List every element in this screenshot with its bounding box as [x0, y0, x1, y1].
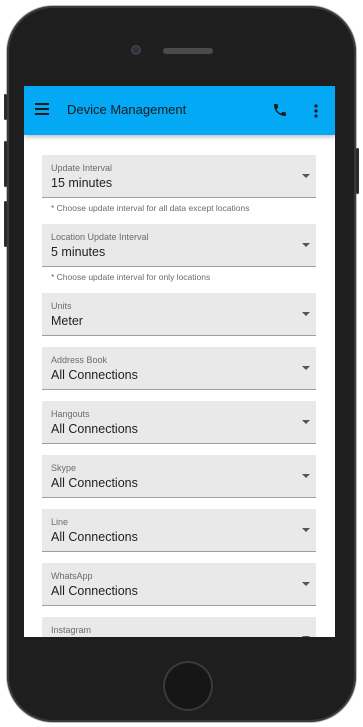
field-value: Meter — [51, 314, 83, 328]
field-label: Address Book — [51, 355, 108, 365]
field-value: 15 minutes — [51, 176, 113, 190]
dropdown-arrow-icon — [302, 366, 310, 370]
page-title: Device Management — [67, 102, 187, 117]
camera — [131, 45, 141, 55]
app-bar: Device Management — [24, 86, 335, 135]
whatsapp-select[interactable]: WhatsApp All Connections — [42, 563, 316, 606]
field-value: All Connections — [51, 530, 138, 544]
line-select[interactable]: Line All Connections — [42, 509, 316, 552]
dropdown-arrow-icon — [302, 243, 310, 247]
field-label: Line — [51, 517, 69, 527]
update-interval-select[interactable]: Update Interval 15 minutes — [42, 155, 316, 198]
skype-select[interactable]: Skype All Connections — [42, 455, 316, 498]
home-button[interactable] — [163, 661, 213, 711]
address-book-select[interactable]: Address Book All Connections — [42, 347, 316, 390]
field-value: All Connections — [51, 584, 138, 598]
field-label: Skype — [51, 463, 77, 473]
field-hint: * Choose update interval for all data ex… — [51, 203, 250, 213]
dropdown-arrow-icon — [302, 474, 310, 478]
field-value: All Connections — [51, 476, 138, 490]
field-label: WhatsApp — [51, 571, 93, 581]
instagram-select[interactable]: Instagram — [42, 617, 316, 637]
menu-icon[interactable] — [35, 103, 49, 117]
location-update-interval-select[interactable]: Location Update Interval 5 minutes — [42, 224, 316, 267]
dropdown-arrow-icon — [302, 636, 310, 637]
dropdown-arrow-icon — [302, 420, 310, 424]
field-label: Instagram — [51, 625, 92, 635]
dropdown-arrow-icon — [302, 174, 310, 178]
field-label: Location Update Interval — [51, 232, 149, 242]
field-value: All Connections — [51, 368, 138, 382]
power-button — [356, 148, 359, 194]
phone-icon[interactable] — [272, 102, 288, 118]
field-hint: * Choose update interval for only locati… — [51, 272, 211, 282]
field-label: Units — [51, 301, 72, 311]
app-screen: Device Management Update Interval 15 min… — [24, 86, 335, 637]
volume-up-button — [4, 141, 7, 187]
field-label: Update Interval — [51, 163, 113, 173]
dropdown-arrow-icon — [302, 312, 310, 316]
volume-down-button — [4, 201, 7, 247]
more-vertical-icon[interactable] — [311, 101, 321, 121]
settings-list: Update Interval 15 minutes * Choose upda… — [24, 135, 335, 637]
hangouts-select[interactable]: Hangouts All Connections — [42, 401, 316, 444]
dropdown-arrow-icon — [302, 582, 310, 586]
speaker — [163, 48, 213, 54]
dropdown-arrow-icon — [302, 528, 310, 532]
field-label: Hangouts — [51, 409, 90, 419]
mute-switch — [4, 94, 7, 120]
field-value: All Connections — [51, 422, 138, 436]
units-select[interactable]: Units Meter — [42, 293, 316, 336]
field-value: 5 minutes — [51, 245, 106, 259]
